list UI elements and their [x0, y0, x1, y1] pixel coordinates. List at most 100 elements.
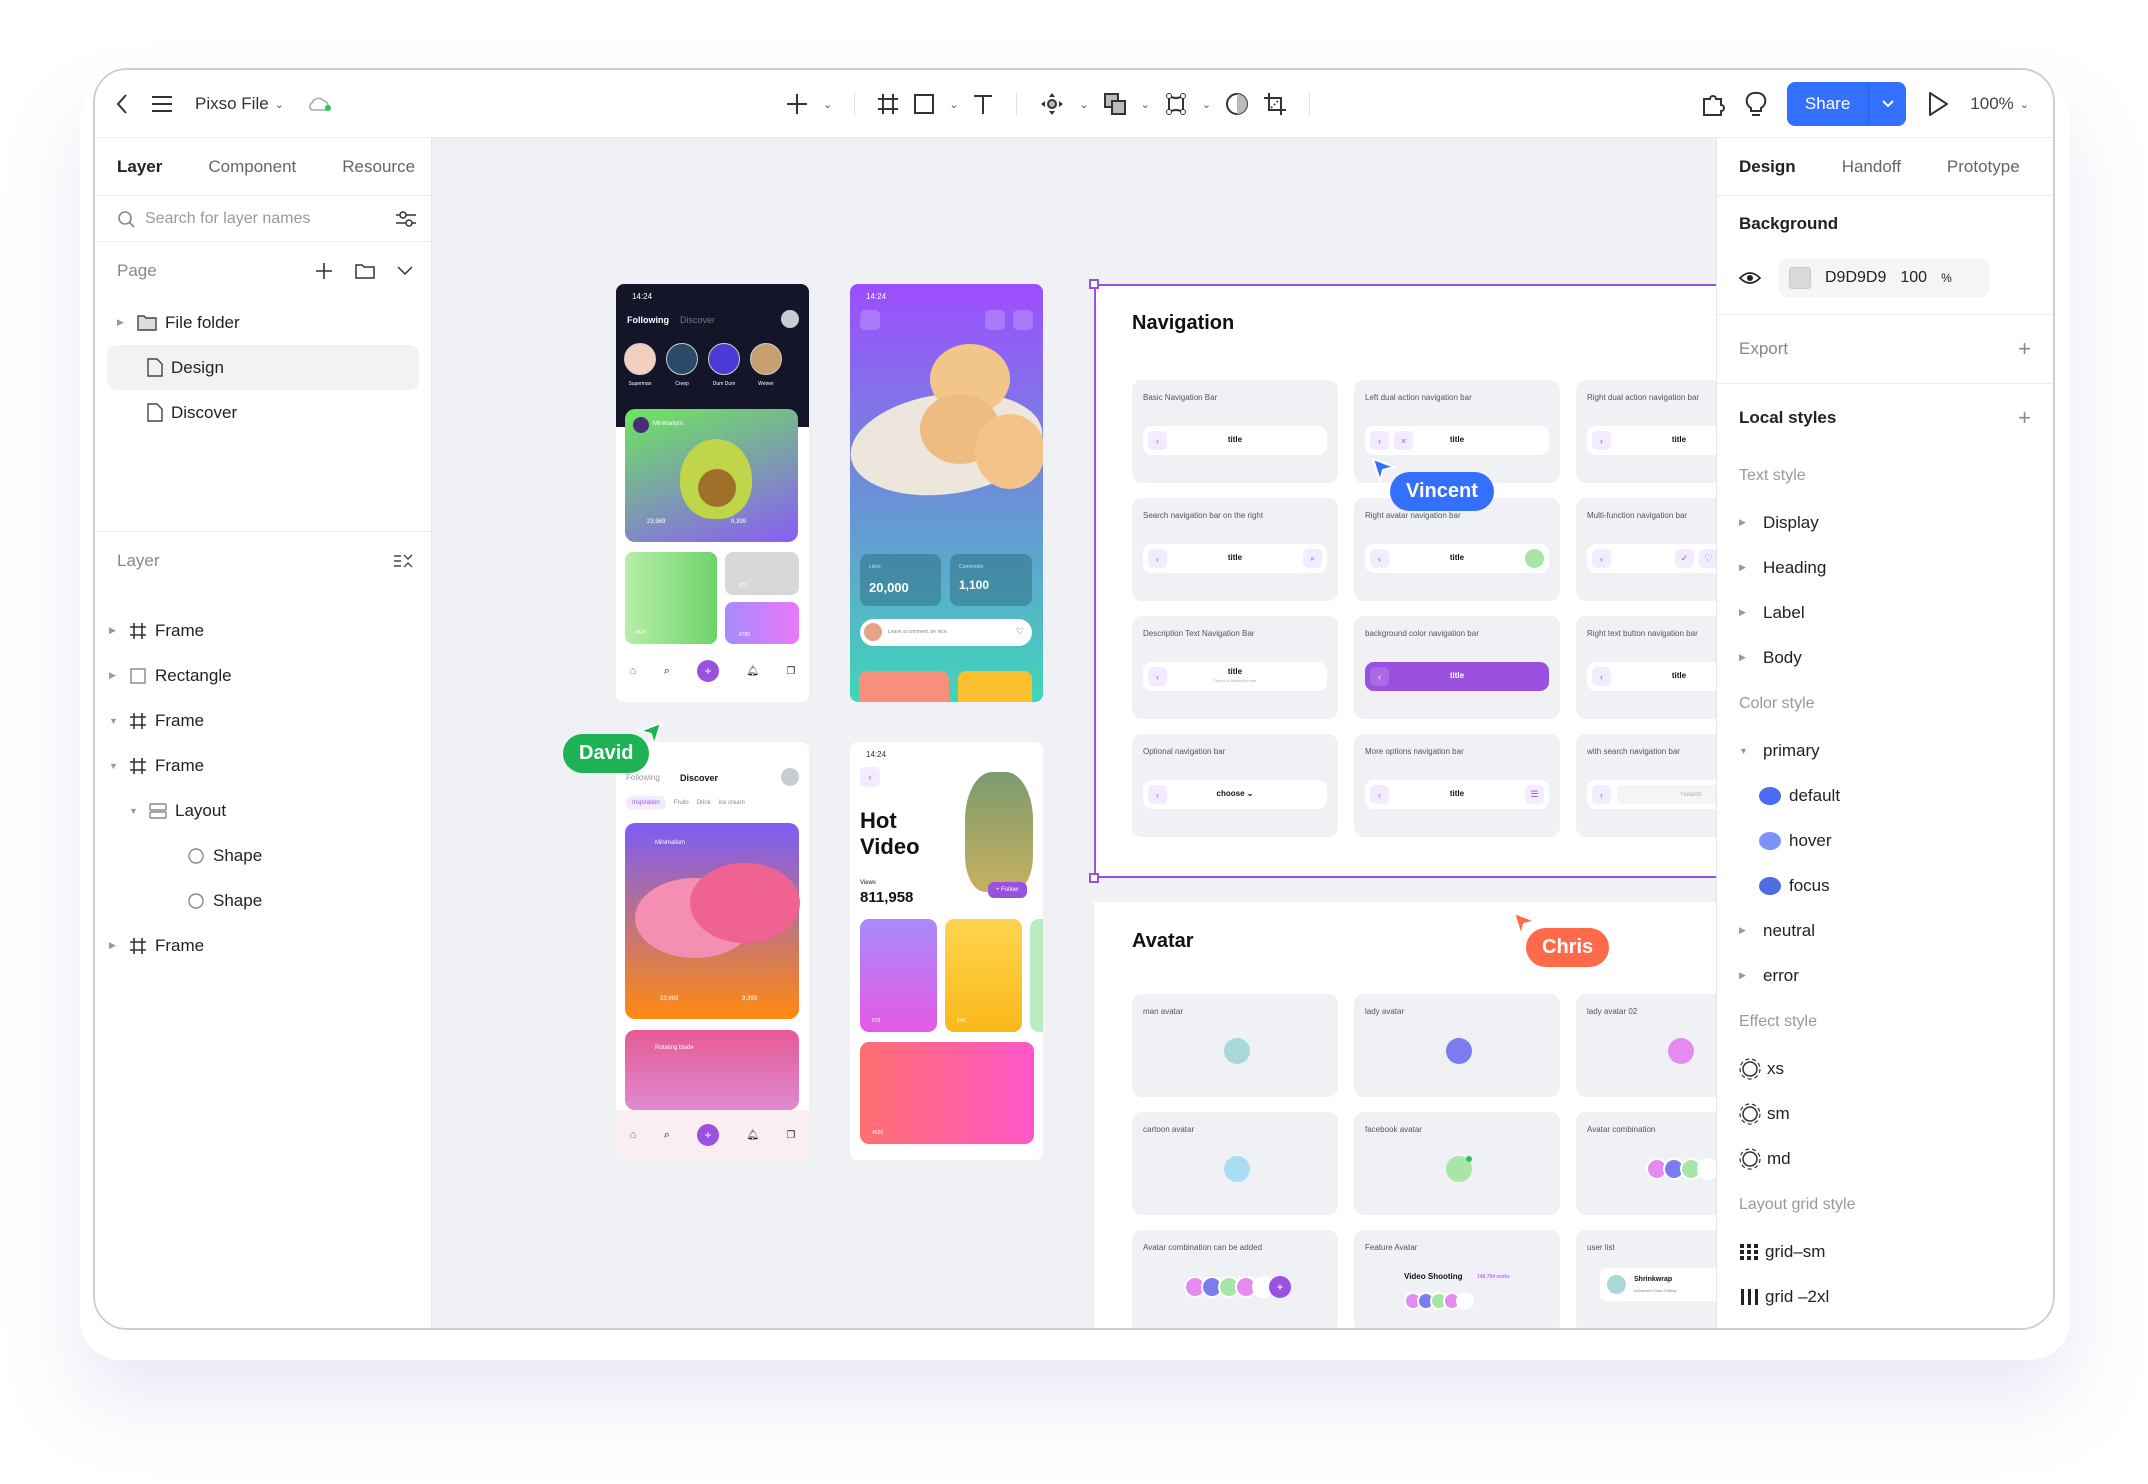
expand-caret-icon[interactable]: ▶: [109, 625, 121, 636]
effect-style-item[interactable]: sm: [1739, 1091, 2031, 1136]
expand-caret-icon[interactable]: ▶: [117, 317, 129, 328]
color-style-group[interactable]: ▶ neutral: [1739, 908, 2031, 953]
color-style-item[interactable]: focus: [1739, 863, 2031, 908]
collapse-caret-icon[interactable]: ▼: [109, 716, 121, 726]
share-dropdown-button[interactable]: [1868, 82, 1906, 126]
shape-dropdown-icon[interactable]: ⌄: [949, 98, 958, 111]
avatar-card[interactable]: man avatar: [1132, 994, 1338, 1097]
effect-style-item[interactable]: md: [1739, 1136, 2031, 1181]
component-tool-icon[interactable]: [1039, 91, 1065, 117]
layer-search[interactable]: Search for layer names: [95, 196, 431, 242]
avatar-card[interactable]: facebook avatar: [1354, 1112, 1560, 1215]
background-color-field[interactable]: D9D9D9 100 %: [1779, 259, 1989, 297]
nav-card-right-dual[interactable]: Right dual action navigation bar ‹⇧▯title: [1576, 380, 1720, 483]
expand-caret-icon[interactable]: ▶: [1739, 652, 1751, 663]
layer-item-layout[interactable]: ▼ Layout: [95, 788, 431, 833]
component-dropdown-icon[interactable]: ⌄: [1079, 98, 1088, 111]
expand-caret-icon[interactable]: ▶: [109, 670, 121, 681]
text-tool-icon[interactable]: [972, 93, 994, 115]
avatar-card[interactable]: Avatar combination: [1576, 1112, 1720, 1215]
avatar-card[interactable]: Feature Avatar Video Shooting 148,794 work…: [1354, 1230, 1560, 1328]
lightbulb-icon[interactable]: [1745, 91, 1767, 117]
phone-mockup-feed[interactable]: 14:24 Following Discover Superman Creep Du…: [616, 284, 809, 702]
add-icon[interactable]: [785, 92, 809, 116]
tab-resource[interactable]: Resource: [342, 157, 415, 177]
color-style-item[interactable]: hover: [1739, 818, 2031, 863]
expand-caret-icon[interactable]: ▶: [1739, 607, 1751, 618]
add-style-icon[interactable]: +: [2018, 405, 2031, 431]
expand-caret-icon[interactable]: ▶: [1739, 925, 1751, 936]
tab-design[interactable]: Design: [1739, 157, 1796, 177]
add-page-icon[interactable]: [315, 262, 333, 280]
add-dropdown-icon[interactable]: ⌄: [823, 98, 832, 111]
avatar-section-frame[interactable]: Avatar man avatar lady avatar lady avatar …: [1094, 902, 1720, 1328]
frame-tool-icon[interactable]: [877, 93, 899, 115]
layer-item-frame[interactable]: ▼ Frame: [95, 698, 431, 743]
add-export-icon[interactable]: +: [2018, 336, 2031, 362]
layer-item-frame[interactable]: ▶ Frame: [95, 608, 431, 653]
expand-caret-icon[interactable]: ▶: [1739, 517, 1751, 528]
tab-component[interactable]: Component: [208, 157, 296, 177]
layout-grid-style-item[interactable]: grid–sm: [1739, 1229, 2031, 1274]
phone-mockup-detail[interactable]: 14:24 Likes 20,000 Comments 1,100 Leave …: [850, 284, 1043, 702]
nav-card-search-right[interactable]: Search navigation bar on the right ‹ ⌕ titl…: [1132, 498, 1338, 601]
avatar-card[interactable]: user list Shrinkwrap Advanced Video Editin…: [1576, 1230, 1720, 1328]
expand-caret-icon[interactable]: ▶: [1739, 562, 1751, 573]
back-icon[interactable]: [115, 93, 129, 115]
collapse-pages-icon[interactable]: [397, 266, 413, 276]
plugin-icon[interactable]: [1701, 91, 1725, 117]
text-style-item[interactable]: ▶ Heading: [1739, 545, 2031, 590]
layer-item-rectangle[interactable]: ▶ Rectangle: [95, 653, 431, 698]
collapse-caret-icon[interactable]: ▼: [129, 806, 141, 816]
hex-value[interactable]: D9D9D9: [1825, 269, 1886, 287]
layer-item-ellipse[interactable]: Shape: [95, 878, 431, 923]
phone-mockup-hot-video[interactable]: 14:24 ‹ Hot Video Views 811,958 + Follow…: [850, 742, 1043, 1160]
layer-item-frame[interactable]: ▶ Frame: [95, 923, 431, 968]
nav-card-multi[interactable]: Multi-function navigation bar‹✓♡▯⋯: [1576, 498, 1720, 601]
text-style-item[interactable]: ▶ Body: [1739, 635, 2031, 680]
avatar-card[interactable]: cartoon avatar: [1132, 1112, 1338, 1215]
layer-item-frame[interactable]: ▼ Frame: [95, 743, 431, 788]
nav-card-bg-color[interactable]: background color navigation bar ‹ title: [1354, 616, 1560, 719]
boolean-tool-icon[interactable]: [1103, 92, 1127, 116]
phone-mockup-discover[interactable]: Following Discover Inspiration Fruits Dr…: [616, 742, 809, 1160]
avatar-card[interactable]: Avatar combination can be added +: [1132, 1230, 1338, 1328]
eye-icon[interactable]: [1739, 271, 1761, 285]
avatar-card[interactable]: lady avatar: [1354, 994, 1560, 1097]
vector-tool-icon[interactable]: [1164, 92, 1188, 116]
file-name-dropdown[interactable]: Pixso File ⌄: [195, 94, 284, 114]
collapse-caret-icon[interactable]: ▼: [1739, 746, 1751, 756]
text-style-item[interactable]: ▶ Label: [1739, 590, 2031, 635]
tab-layer[interactable]: Layer: [117, 157, 162, 177]
design-canvas[interactable]: 14:24 Following Discover Superman Creep Du…: [432, 138, 1720, 1328]
crop-tool-icon[interactable]: [1263, 92, 1287, 116]
navigation-section-frame[interactable]: Navigation Basic Navigation Bar ‹ title Lef…: [1094, 284, 1720, 878]
nav-card-with-search[interactable]: with search navigation bar ‹ ⌕ search: [1576, 734, 1720, 837]
add-folder-icon[interactable]: [355, 262, 375, 280]
color-style-group[interactable]: ▼ primary: [1739, 728, 2031, 773]
nav-card-more[interactable]: More options navigation bar ‹ ☰ title: [1354, 734, 1560, 837]
share-button[interactable]: Share: [1787, 82, 1868, 126]
tab-prototype[interactable]: Prototype: [1947, 157, 2020, 177]
menu-icon[interactable]: [151, 95, 173, 113]
text-style-item[interactable]: ▶ Display: [1739, 500, 2031, 545]
nav-card-text-button[interactable]: Right text button navigation bar ‹+ follo…: [1576, 616, 1720, 719]
nav-card-description[interactable]: Description Text Navigation Bar ‹ title Thi…: [1132, 616, 1338, 719]
search-input[interactable]: Search for layer names: [145, 210, 310, 228]
mask-tool-icon[interactable]: [1225, 92, 1249, 116]
expand-caret-icon[interactable]: ▶: [109, 940, 121, 951]
zoom-dropdown[interactable]: 100% ⌄: [1970, 94, 2029, 114]
resize-handle[interactable]: [1089, 279, 1099, 289]
play-icon[interactable]: [1926, 91, 1950, 117]
rectangle-tool-icon[interactable]: [913, 93, 935, 115]
layer-item-ellipse[interactable]: Shape: [95, 833, 431, 878]
avatar-card[interactable]: lady avatar 02: [1576, 994, 1720, 1097]
nav-card-basic[interactable]: Basic Navigation Bar ‹ title: [1132, 380, 1338, 483]
page-item-discover[interactable]: Discover: [107, 390, 419, 435]
nav-card-avatar-right[interactable]: Right avatar navigation bar ‹ title: [1354, 498, 1560, 601]
page-item-design[interactable]: Design: [107, 345, 419, 390]
expand-caret-icon[interactable]: ▶: [1739, 970, 1751, 981]
nav-card-optional[interactable]: Optional navigation bar ‹ choose ⌄: [1132, 734, 1338, 837]
boolean-dropdown-icon[interactable]: ⌄: [1141, 98, 1150, 111]
collapse-all-icon[interactable]: [393, 553, 413, 569]
